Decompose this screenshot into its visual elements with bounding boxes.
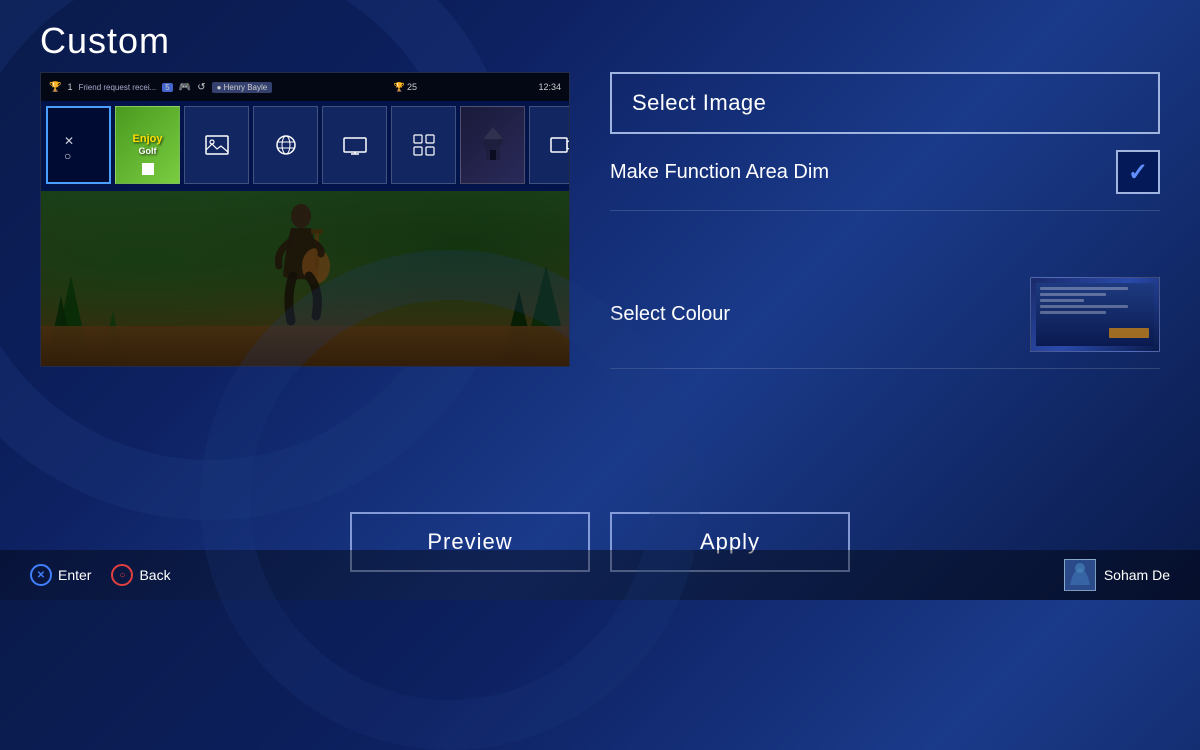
notification-count: 5 (162, 83, 172, 92)
page-title: Custom (0, 0, 1200, 72)
ps4-game-row: ✕ ○ Enjoy Golf (41, 101, 569, 191)
back-control: ○ Back (111, 564, 170, 586)
trophy-icon: 🏆 (49, 82, 61, 93)
thumb-row-5 (1040, 311, 1106, 314)
trophy-bar-icon: 🏆 (394, 82, 405, 93)
user-info: Soham De (1064, 559, 1170, 591)
ps4-tv-icon (322, 106, 387, 184)
enter-control: ✕ Enter (30, 564, 91, 586)
clock: 12:34 (538, 82, 561, 92)
select-image-button[interactable]: Select Image (610, 72, 1160, 134)
spacer (610, 211, 1160, 241)
main-content: 🏆 1 Friend request recei... 5 🎮 ↺ ● Henr… (0, 72, 1200, 492)
back-label: Back (139, 567, 170, 583)
make-dim-row: Make Function Area Dim ✓ (610, 134, 1160, 211)
circle-button-icon: ○ (111, 564, 133, 586)
svg-text:✕: ✕ (64, 134, 74, 148)
friend-notification: Friend request recei... (78, 83, 156, 92)
bottom-controls: ✕ Enter ○ Back (30, 564, 171, 586)
trophy-count: 25 (407, 82, 417, 93)
user-name: Soham De (1104, 567, 1170, 583)
ps4-topbar: 🏆 1 Friend request recei... 5 🎮 ↺ ● Henr… (41, 73, 569, 101)
make-dim-checkbox[interactable]: ✓ (1116, 150, 1160, 194)
thumb-row-4 (1040, 305, 1128, 308)
bottom-bar: ✕ Enter ○ Back Soham De (0, 550, 1200, 600)
colour-thumbnail (1030, 277, 1160, 352)
ps4-xo-icon: ✕ ○ (46, 106, 111, 184)
select-colour-row[interactable]: Select Colour (610, 261, 1160, 369)
controller-icon: 🎮 (179, 82, 191, 93)
make-dim-label: Make Function Area Dim (610, 161, 829, 184)
ground (41, 326, 570, 366)
player-level: 1 (67, 82, 72, 92)
ps4-castle-icon (460, 106, 525, 184)
user-tag: ● Henry Bayle (212, 82, 273, 93)
game-background (41, 191, 570, 366)
enter-label: Enter (58, 567, 91, 583)
ps4-www-icon (253, 106, 318, 184)
settings-panel: Select Image Make Function Area Dim ✓ Se… (610, 72, 1160, 492)
thumb-row-3 (1040, 299, 1084, 302)
ps4-info-row: Start Enjoy Golf (41, 366, 569, 367)
x-button-icon: ✕ (30, 564, 52, 586)
ps4-apps-icon (391, 106, 456, 184)
thumb-row-2 (1040, 293, 1106, 296)
preview-panel: 🏆 1 Friend request recei... 5 🎮 ↺ ● Henr… (40, 72, 570, 367)
ps4-enjoy-golf-icon: Enjoy Golf (115, 106, 180, 184)
ps4-video-icon (529, 106, 570, 184)
select-colour-label: Select Colour (610, 303, 730, 326)
checkmark-icon: ✓ (1128, 158, 1148, 187)
svg-text:○: ○ (64, 149, 71, 163)
thumb-accent (1109, 328, 1149, 338)
ps4-image-icon (184, 106, 249, 184)
thumb-row-1 (1040, 287, 1128, 290)
refresh-icon: ↺ (197, 82, 205, 93)
character-silhouette (241, 196, 361, 331)
user-avatar (1064, 559, 1096, 591)
